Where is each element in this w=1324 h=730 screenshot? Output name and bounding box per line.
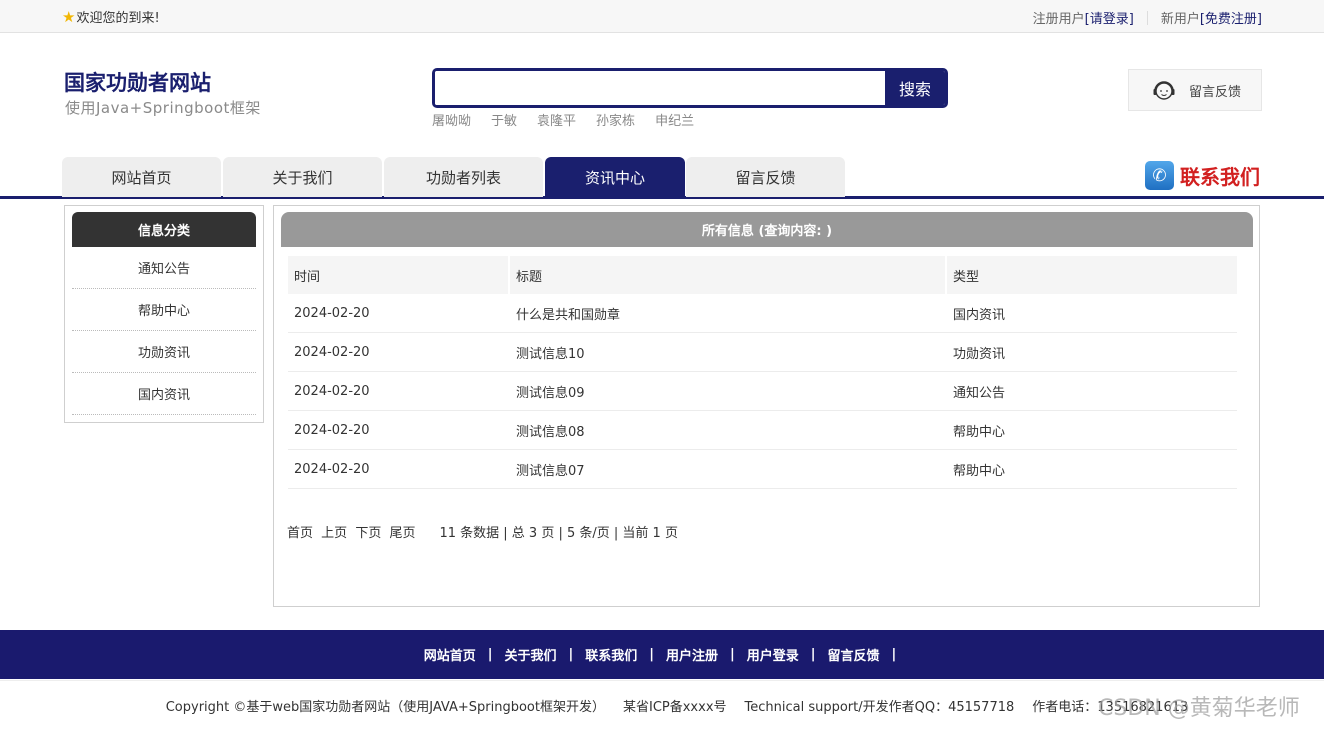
column-header-type: 类型: [945, 256, 1237, 294]
pagination: 首页 上页 下页 尾页 11 条数据 | 总 3 页 | 5 条/页 | 当前 …: [287, 522, 678, 541]
table-header: 时间 标题 类型: [288, 256, 1237, 294]
row-date: 2024-02-20: [294, 305, 370, 321]
tab-news-center[interactable]: 资讯中心: [545, 157, 685, 197]
table-row: 2024-02-20 测试信息09 通知公告: [288, 372, 1237, 411]
row-type: 通知公告: [945, 372, 1237, 410]
table-row: 2024-02-20 测试信息08 帮助中心: [288, 411, 1237, 450]
row-date: 2024-02-20: [294, 461, 370, 477]
tab-honoree-list[interactable]: 功勋者列表: [384, 157, 543, 197]
footer-link-home[interactable]: 网站首页: [424, 645, 476, 664]
pagination-links: 首页 上页 下页 尾页: [287, 522, 419, 541]
feedback-button-label: 留言反馈: [1189, 84, 1242, 100]
welcome-text: 欢迎您的到来!: [76, 11, 160, 26]
divider: [1146, 10, 1148, 25]
panel-title: 所有信息 (查询内容: ): [281, 212, 1253, 247]
new-user-label: 新用户: [1160, 12, 1200, 27]
search-button[interactable]: 搜索: [885, 71, 945, 105]
news-table: 时间 标题 类型 2024-02-20 什么是共和国勋章 国内资讯 2024-0…: [288, 256, 1237, 489]
site-title[interactable]: 国家功勋者网站: [64, 67, 211, 97]
row-date: 2024-02-20: [294, 422, 370, 438]
divider: |: [891, 647, 897, 662]
pagination-info: 11 条数据 | 总 3 页 | 5 条/页 | 当前 1 页: [439, 526, 678, 541]
news-panel: 所有信息 (查询内容: ) 时间 标题 类型 2024-02-20 什么是共和国…: [273, 205, 1260, 607]
divider: |: [649, 647, 654, 662]
hot-word[interactable]: 申纪兰: [655, 110, 694, 129]
sidebar-item-help[interactable]: 帮助中心: [72, 289, 256, 331]
row-type: 国内资讯: [945, 294, 1237, 332]
sidebar-item-domestic-news[interactable]: 国内资讯: [72, 373, 256, 415]
sidebar-item-notice[interactable]: 通知公告: [72, 247, 256, 289]
next-page-link[interactable]: 下页: [355, 526, 381, 541]
feedback-button[interactable]: 留言反馈: [1128, 69, 1262, 111]
row-title-link[interactable]: 测试信息10: [508, 333, 945, 371]
table-row: 2024-02-20 什么是共和国勋章 国内资讯: [288, 294, 1237, 333]
star-icon: ★: [62, 7, 76, 26]
account-links: 注册用户 [请登录] 新用户 [免费注册]: [1033, 8, 1262, 27]
row-title-link[interactable]: 测试信息08: [508, 411, 945, 449]
hot-word[interactable]: 于敏: [491, 110, 517, 129]
hot-search-words: 屠呦呦 于敏 袁隆平 孙家栋 申纪兰: [432, 110, 694, 129]
tab-home[interactable]: 网站首页: [62, 157, 221, 197]
footer-link-login[interactable]: 用户登录: [747, 645, 799, 664]
icp-number: 某省ICP备xxxx号: [622, 700, 727, 715]
row-date: 2024-02-20: [294, 344, 370, 360]
column-header-title: 标题: [508, 256, 945, 294]
row-type: 帮助中心: [945, 411, 1237, 449]
divider: |: [730, 647, 735, 662]
main-nav: 网站首页 关于我们 功勋者列表 资讯中心 留言反馈 ✆ 联系我们: [0, 157, 1324, 199]
footer-link-contact[interactable]: 联系我们: [585, 645, 637, 664]
sidebar-item-honor-news[interactable]: 功勋资讯: [72, 331, 256, 373]
header: 国家功勋者网站 使用Java+Springboot框架 搜索 屠呦呦 于敏 袁隆…: [0, 33, 1324, 157]
sidebar-title: 信息分类: [72, 212, 256, 247]
footer-link-feedback[interactable]: 留言反馈: [828, 645, 880, 664]
registered-user-label: 注册用户: [1032, 12, 1085, 27]
divider: |: [568, 647, 574, 662]
signup-link[interactable]: [免费注册]: [1200, 8, 1262, 27]
table-row: 2024-02-20 测试信息07 帮助中心: [288, 450, 1237, 489]
footer-link-about[interactable]: 关于我们: [504, 645, 556, 664]
footer-link-register[interactable]: 用户注册: [666, 645, 718, 664]
row-title-link[interactable]: 测试信息09: [508, 372, 945, 410]
support-contact: Technical support/开发作者QQ：45157718: [744, 700, 1015, 715]
table-row: 2024-02-20 测试信息10 功勋资讯: [288, 333, 1237, 372]
tab-feedback[interactable]: 留言反馈: [686, 157, 845, 197]
contact-us-link[interactable]: ✆ 联系我们: [1145, 161, 1260, 190]
first-page-link[interactable]: 首页: [287, 526, 313, 541]
row-type: 帮助中心: [945, 450, 1237, 488]
prev-page-link[interactable]: 上页: [321, 526, 347, 541]
login-link[interactable]: [请登录]: [1085, 8, 1134, 27]
welcome-message: ★ 欢迎您的到来!: [62, 7, 160, 27]
customer-service-icon: [1153, 81, 1175, 100]
contact-us-label: 联系我们: [1180, 165, 1260, 189]
row-date: 2024-02-20: [294, 383, 370, 399]
phone-icon: ✆: [1145, 161, 1174, 190]
row-title-link[interactable]: 什么是共和国勋章: [508, 294, 945, 332]
divider: |: [810, 647, 816, 662]
hot-word[interactable]: 屠呦呦: [432, 110, 471, 129]
footer-nav: 网站首页 | 关于我们 | 联系我们 | 用户注册 | 用户登录 | 留言反馈 |: [0, 630, 1324, 679]
hot-word[interactable]: 孙家栋: [596, 110, 635, 129]
row-title-link[interactable]: 测试信息07: [508, 450, 945, 488]
site-subtitle: 使用Java+Springboot框架: [65, 99, 261, 117]
column-header-time: 时间: [288, 256, 508, 294]
search-input[interactable]: [435, 71, 885, 105]
last-page-link[interactable]: 尾页: [389, 526, 415, 541]
top-bar: ★ 欢迎您的到来! 注册用户 [请登录] 新用户 [免费注册]: [0, 0, 1324, 33]
hot-word[interactable]: 袁隆平: [537, 110, 576, 129]
category-sidebar: 信息分类 通知公告 帮助中心 功勋资讯 国内资讯: [64, 205, 264, 423]
search-box: 搜索: [432, 68, 948, 108]
row-type: 功勋资讯: [945, 333, 1237, 371]
divider: |: [487, 647, 493, 662]
tab-about[interactable]: 关于我们: [223, 157, 382, 197]
watermark: CSDN @黄菊华老师: [1098, 696, 1300, 721]
copyright-text: Copyright ©基于web国家功勋者网站（使用JAVA+Springboo…: [165, 700, 605, 715]
